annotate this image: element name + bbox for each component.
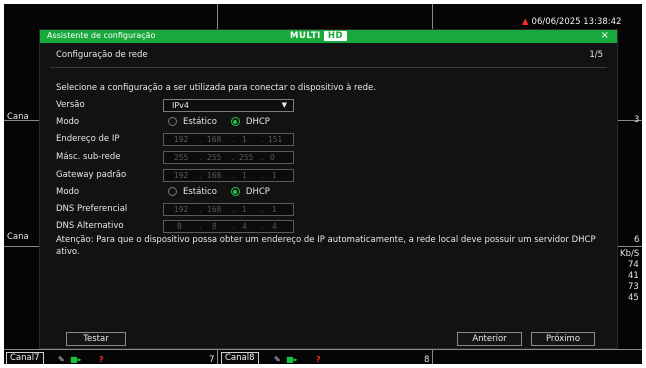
intro-text: Selecione a configuração a ser utilizada… <box>56 83 376 93</box>
dns-mode-label: Modo <box>56 187 80 197</box>
brand-logo: MULTI HD <box>290 31 348 41</box>
channel-number: 7 <box>209 355 215 364</box>
alert-icon: ? <box>316 355 321 364</box>
channel-tag: Cana <box>7 232 29 242</box>
ip-address-label: Endereço de IP <box>56 134 120 144</box>
bitrate-value: 74 <box>628 260 639 270</box>
test-button[interactable]: Testar <box>66 332 126 346</box>
dvr-screen: ▲ 06/06/2025 13:38:42 Cana Cana 3 6 Kb/S … <box>4 4 642 364</box>
dialog-title: Assistente de configuração <box>47 31 156 40</box>
channel-label-8[interactable]: Canal8 <box>221 352 259 364</box>
subnet-mask-field[interactable]: 255 . 255 . 255 . 0 <box>163 151 294 164</box>
channel-number: 8 <box>424 355 430 364</box>
dns-preferred-label: DNS Preferencial <box>56 204 128 214</box>
dns-alternate-label: DNS Alternativo <box>56 221 124 231</box>
channel-number: 3 <box>634 115 640 125</box>
dns-mode-radio-group: Estático DHCP <box>168 187 270 197</box>
dns-preferred-field[interactable]: 192 . 168 . 1 . 1 <box>163 203 294 216</box>
radio-dhcp-ip[interactable] <box>230 117 240 126</box>
camera-icon[interactable]: ■▸ <box>286 355 298 364</box>
gateway-field[interactable]: 192 . 168 . 1 . 1 <box>163 169 294 182</box>
alert-icon: ? <box>99 355 104 364</box>
radio-static-ip[interactable] <box>168 117 177 126</box>
bitrate-value: 73 <box>628 282 639 292</box>
version-label: Versão <box>56 100 85 110</box>
divider <box>50 67 607 68</box>
camera-icon[interactable]: ■▸ <box>70 355 82 364</box>
page-title: Configuração de rede <box>56 50 148 60</box>
radio-dhcp-dns[interactable] <box>230 187 240 196</box>
dns-alternate-field[interactable]: 8 . 8 . 4 . 4 <box>163 220 294 233</box>
dhcp-warning-text: Atenção: Para que o dispositivo possa ob… <box>56 235 596 257</box>
channel-label-7[interactable]: Canal7 <box>6 352 44 364</box>
ip-mode-radio-group: Estático DHCP <box>168 117 270 127</box>
channel-tag: Cana <box>7 112 29 122</box>
close-icon[interactable]: × <box>601 30 609 41</box>
bitrate-value: 41 <box>628 271 639 281</box>
pencil-icon[interactable]: ✎ <box>274 355 281 364</box>
gateway-label: Gateway padrão <box>56 170 127 180</box>
pencil-icon[interactable]: ✎ <box>58 355 65 364</box>
chevron-down-icon: ▼ <box>281 101 287 109</box>
step-indicator: 1/5 <box>589 50 603 60</box>
bitrate-unit: Kb/S <box>620 249 640 259</box>
bitrate-value: 45 <box>628 293 639 303</box>
ip-address-field[interactable]: 192 . 168 . 1 . 151 <box>163 133 294 146</box>
next-button[interactable]: Próximo <box>531 332 595 346</box>
ip-mode-label: Modo <box>56 117 80 127</box>
radio-static-dns[interactable] <box>168 187 177 196</box>
dialog-title-bar: Assistente de configuração MULTI HD × <box>40 30 617 43</box>
grid-divider <box>4 349 642 350</box>
alarm-bell-icon: ▲ <box>522 17 529 27</box>
channel-number: 6 <box>634 235 640 245</box>
subnet-label: Másc. sub-rede <box>56 152 121 162</box>
status-datetime: ▲ 06/06/2025 13:38:42 <box>522 17 622 27</box>
back-button[interactable]: Anterior <box>457 332 522 346</box>
setup-wizard-dialog: Assistente de configuração MULTI HD × Con… <box>39 29 618 349</box>
version-select[interactable]: IPv4 ▼ <box>163 99 294 112</box>
